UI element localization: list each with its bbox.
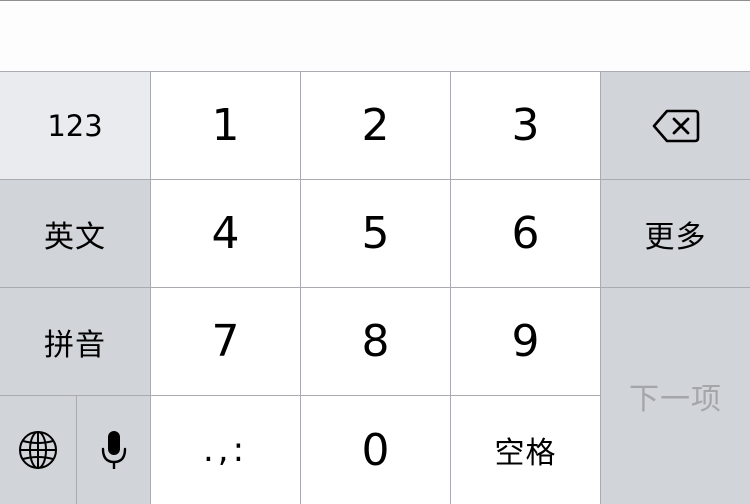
microphone-icon xyxy=(100,429,128,471)
key-pinyin-mode[interactable]: 拼音 xyxy=(0,288,150,395)
backspace-icon xyxy=(652,109,700,143)
key-9-label: 9 xyxy=(511,316,540,367)
key-8-label: 8 xyxy=(361,316,390,367)
key-0[interactable]: 0 xyxy=(301,396,450,504)
key-5[interactable]: 5 xyxy=(301,180,450,287)
key-6[interactable]: 6 xyxy=(451,180,600,287)
key-microphone[interactable] xyxy=(77,396,150,504)
key-english-mode[interactable]: 英文 xyxy=(0,180,150,287)
key-7-label: 7 xyxy=(211,316,240,367)
key-8[interactable]: 8 xyxy=(301,288,450,395)
key-5-label: 5 xyxy=(361,208,390,259)
key-3-label: 3 xyxy=(511,100,540,151)
key-punctuation-label: .,: xyxy=(202,430,249,470)
delete-key[interactable] xyxy=(601,72,750,179)
key-7[interactable]: 7 xyxy=(151,288,300,395)
key-punctuation[interactable]: .,: xyxy=(151,396,300,504)
key-space-label: 空格 xyxy=(494,436,557,471)
key-next[interactable]: 下一项 xyxy=(601,288,750,504)
key-4[interactable]: 4 xyxy=(151,180,300,287)
key-0-label: 0 xyxy=(361,424,390,476)
key-space[interactable]: 空格 xyxy=(451,396,600,504)
suggestion-bar xyxy=(0,1,750,71)
key-2[interactable]: 2 xyxy=(301,72,450,179)
key-123-mode[interactable]: 123 xyxy=(0,72,150,179)
numeric-keyboard: 123 1 2 3 英文 4 5 6 更多 拼音 7 8 9 下一项 .,: 0… xyxy=(0,71,750,504)
key-6-label: 6 xyxy=(511,208,540,259)
globe-icon xyxy=(18,430,58,470)
key-globe[interactable] xyxy=(0,396,76,504)
key-1-label: 1 xyxy=(211,100,240,151)
key-123-label: 123 xyxy=(47,108,103,143)
key-2-label: 2 xyxy=(361,100,390,151)
key-english-label: 英文 xyxy=(44,219,106,255)
key-3[interactable]: 3 xyxy=(451,72,600,179)
key-4-label: 4 xyxy=(211,208,240,259)
key-more-label: 更多 xyxy=(644,219,707,255)
key-more[interactable]: 更多 xyxy=(601,180,750,287)
key-pinyin-label: 拼音 xyxy=(44,327,106,363)
key-9[interactable]: 9 xyxy=(451,288,600,395)
key-1[interactable]: 1 xyxy=(151,72,300,179)
key-next-label: 下一项 xyxy=(629,382,722,417)
